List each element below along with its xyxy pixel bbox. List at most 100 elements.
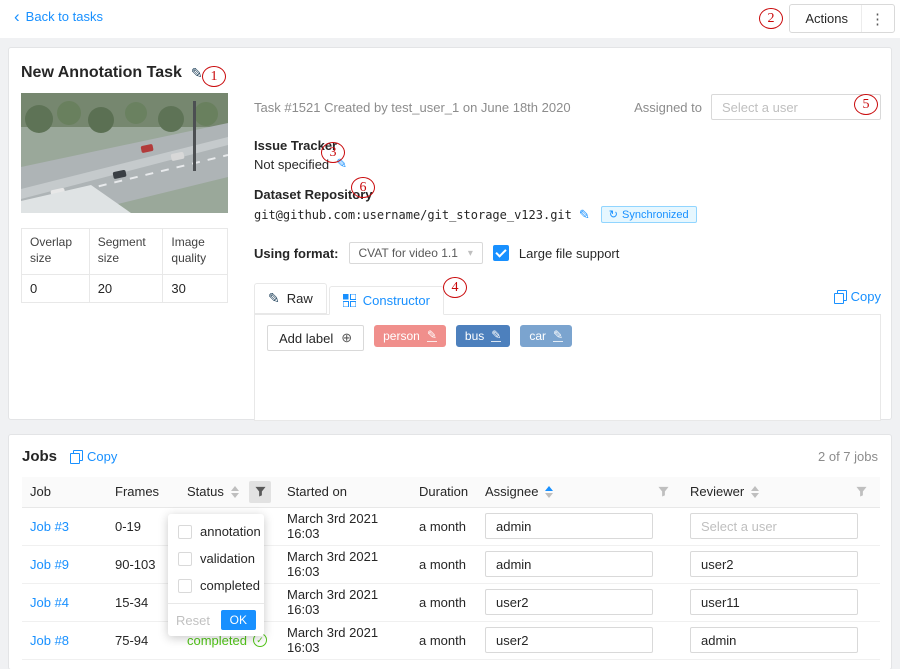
- label-chip-person[interactable]: person ✎: [374, 325, 446, 347]
- reviewer-header-label: Reviewer: [690, 484, 744, 499]
- status-filter-dropdown: annotation validation completed Reset OK: [168, 514, 264, 636]
- synchronized-badge: ↻ Synchronized: [601, 206, 697, 223]
- checkbox-icon[interactable]: [178, 525, 192, 539]
- annotation-marker-1: 1: [202, 66, 226, 87]
- duration-cell: a month: [411, 507, 477, 545]
- assigned-to-label: Assigned to: [634, 100, 702, 115]
- format-select[interactable]: CVAT for video 1.1 ▾: [349, 242, 483, 264]
- reviewer-input[interactable]: [690, 589, 858, 615]
- annotation-marker-5: 5: [854, 94, 878, 115]
- reviewer-input[interactable]: [690, 551, 858, 577]
- label-chip-bus[interactable]: bus ✎: [456, 325, 510, 347]
- jobs-count: 2 of 7 jobs: [818, 449, 878, 464]
- large-file-support-label: Large file support: [519, 246, 619, 261]
- column-header-reviewer[interactable]: Reviewer: [682, 477, 880, 507]
- column-header-status[interactable]: Status: [179, 477, 279, 507]
- filter-ok-button[interactable]: OK: [221, 610, 256, 630]
- reviewer-input[interactable]: [690, 513, 858, 539]
- constructor-icon: [343, 294, 356, 307]
- edit-title-icon[interactable]: ✎: [191, 65, 203, 82]
- copy-jobs-button[interactable]: Copy: [70, 449, 117, 464]
- assignee-input[interactable]: [485, 551, 653, 577]
- duration-cell: a month: [411, 545, 477, 583]
- back-to-tasks-label: Back to tasks: [26, 9, 103, 24]
- task-left-column: Overlap size Segment size Image quality …: [21, 93, 228, 303]
- filter-footer: Reset OK: [168, 603, 264, 636]
- edit-label-icon[interactable]: ✎: [553, 330, 563, 342]
- param-header-segment: Segment size: [89, 229, 163, 275]
- task-right-column: Task #1521 Created by test_user_1 on Jun…: [254, 94, 881, 421]
- task-parameters-table: Overlap size Segment size Image quality …: [21, 228, 228, 303]
- started-cell: March 3rd 2021 16:03: [279, 621, 411, 659]
- filter-option-validation[interactable]: validation: [168, 545, 264, 572]
- job-link[interactable]: Job #8: [30, 633, 69, 648]
- copy-icon: [70, 450, 82, 463]
- chevron-down-icon: ▾: [468, 248, 473, 259]
- label-chip-car[interactable]: car ✎: [520, 325, 572, 347]
- filter-option-annotation[interactable]: annotation: [168, 518, 264, 545]
- param-header-quality: Image quality: [163, 229, 228, 275]
- annotation-marker-3: 3: [321, 142, 345, 163]
- annotation-marker-6: 6: [351, 177, 375, 198]
- checkbox-icon[interactable]: [178, 552, 192, 566]
- raw-edit-icon: ✎: [268, 290, 280, 307]
- filter-option-label: validation: [200, 551, 255, 566]
- edit-label-icon[interactable]: ✎: [427, 330, 437, 342]
- label-chip-bus-name: bus: [465, 329, 484, 343]
- jobs-title: Jobs: [22, 448, 57, 465]
- filter-assignee-icon[interactable]: [652, 481, 674, 503]
- assignee-input[interactable]: [485, 513, 653, 539]
- sync-icon: ↻: [609, 208, 618, 221]
- job-link[interactable]: Job #9: [30, 557, 69, 572]
- add-label-button[interactable]: Add label ⊕: [267, 325, 364, 351]
- duration-cell: a month: [411, 621, 477, 659]
- filter-option-completed[interactable]: completed: [168, 572, 264, 599]
- reviewer-input[interactable]: [690, 627, 858, 653]
- format-select-value: CVAT for video 1.1: [359, 246, 458, 260]
- assigned-to-group: Assigned to: [634, 94, 881, 120]
- jobs-table-header-row: Job Frames Status Started on Duration: [22, 477, 880, 507]
- dataset-repository-section: Dataset Repository git@github.com:userna…: [254, 187, 881, 223]
- filter-status-icon[interactable]: [249, 481, 271, 503]
- sort-assignee-icon[interactable]: [545, 486, 553, 498]
- job-link[interactable]: Job #3: [30, 519, 69, 534]
- page-title: New Annotation Task: [21, 64, 182, 82]
- assignee-input[interactable]: [485, 627, 653, 653]
- copy-labels-label: Copy: [851, 289, 881, 304]
- column-header-assignee[interactable]: Assignee: [477, 477, 682, 507]
- job-link[interactable]: Job #4: [30, 595, 69, 610]
- filter-reset-button[interactable]: Reset: [176, 613, 210, 628]
- large-file-support-checkbox[interactable]: [493, 245, 509, 261]
- assignee-input[interactable]: [485, 589, 653, 615]
- table-row: Job #4 15-34 March 3rd 2021 16:03 a mont…: [22, 583, 880, 621]
- add-label-label: Add label: [279, 331, 333, 346]
- more-options-icon[interactable]: ⋮: [870, 10, 885, 28]
- started-cell: March 3rd 2021 16:03: [279, 545, 411, 583]
- back-to-tasks-link[interactable]: ‹ Back to tasks: [14, 9, 103, 24]
- sort-reviewer-icon[interactable]: [751, 486, 759, 498]
- param-header-overlap: Overlap size: [22, 229, 90, 275]
- format-row: Using format: CVAT for video 1.1 ▾ Large…: [254, 240, 881, 266]
- dataset-repository-label: Dataset Repository: [254, 187, 881, 202]
- tab-constructor[interactable]: Constructor: [329, 286, 444, 315]
- issue-tracker-section: Issue Tracker Not specified ✎: [254, 138, 881, 172]
- filter-option-label: completed: [200, 578, 260, 593]
- edit-label-icon[interactable]: ✎: [491, 330, 501, 342]
- tab-raw[interactable]: ✎ Raw: [254, 283, 327, 314]
- filter-reviewer-icon[interactable]: [850, 481, 872, 503]
- plus-circle-icon: ⊕: [341, 330, 352, 346]
- checkbox-icon[interactable]: [178, 579, 192, 593]
- actions-button[interactable]: Actions ⋮: [789, 4, 895, 33]
- table-row: Job #9 90-103 March 3rd 2021 16:03 a mon…: [22, 545, 880, 583]
- edit-repository-icon[interactable]: ✎: [579, 207, 590, 223]
- sort-status-icon[interactable]: [231, 486, 239, 498]
- chevron-left-icon: ‹: [14, 10, 20, 23]
- assignee-header-label: Assignee: [485, 484, 538, 499]
- param-value-segment: 20: [89, 275, 163, 303]
- column-header-frames: Frames: [107, 477, 179, 507]
- copy-labels-button[interactable]: Copy: [834, 289, 881, 308]
- task-details-page: ‹ Back to tasks Actions ⋮ New Annotation…: [0, 0, 900, 669]
- started-cell: March 3rd 2021 16:03: [279, 583, 411, 621]
- jobs-card: Jobs Copy 2 of 7 jobs Job Frames Status: [8, 434, 892, 669]
- table-row: Job #3 0-19 March 3rd 2021 16:03 a month: [22, 507, 880, 545]
